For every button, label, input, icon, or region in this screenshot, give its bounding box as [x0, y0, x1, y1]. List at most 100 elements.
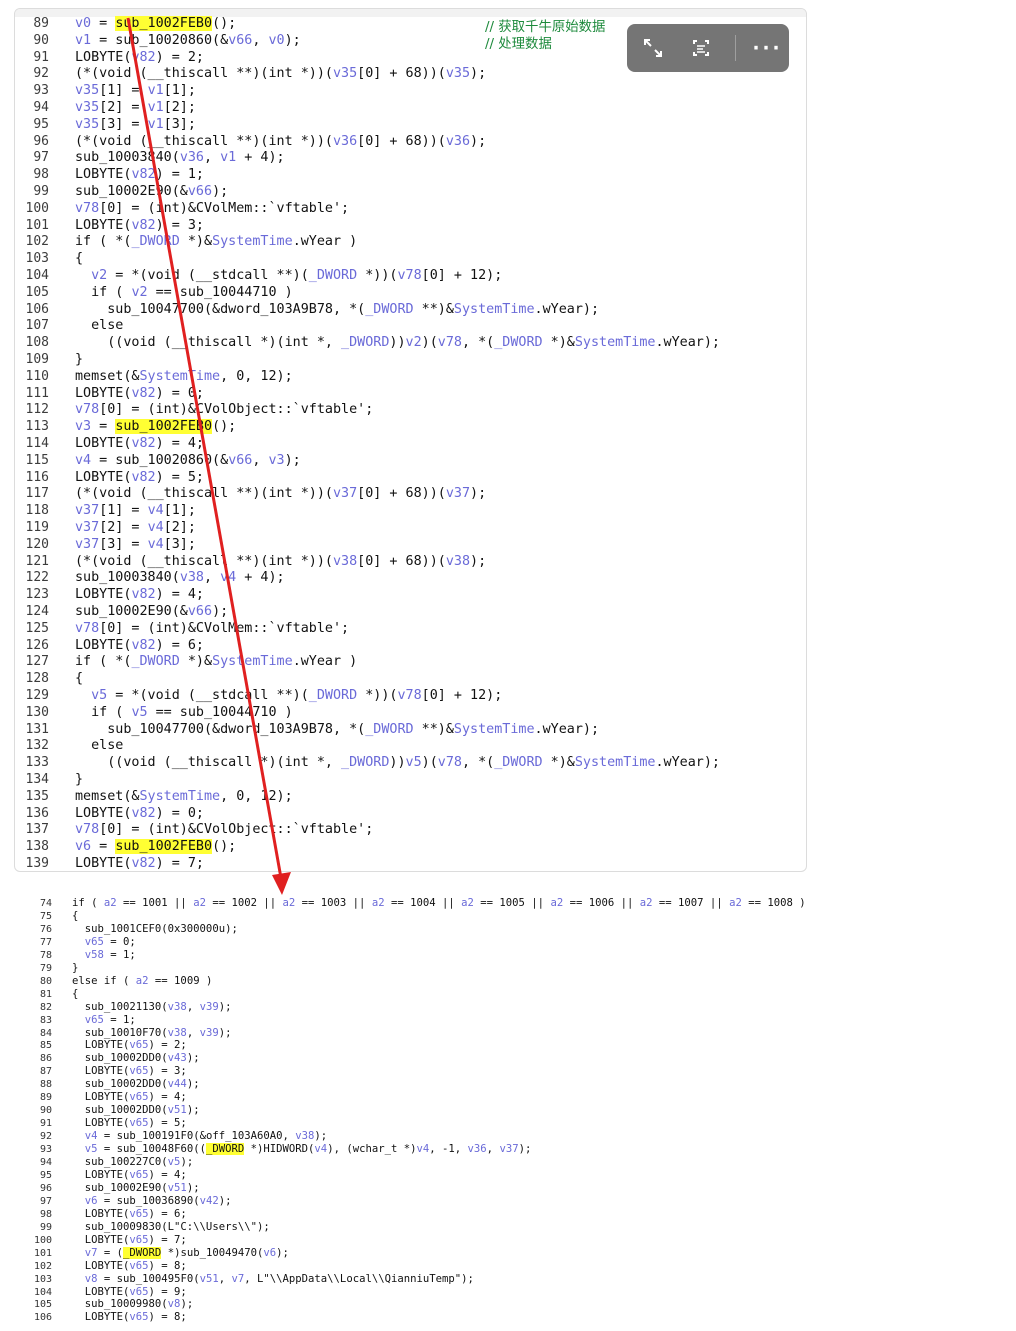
line-number: 130 [25, 704, 49, 720]
line-number: 80 [39, 975, 52, 987]
line-number: 87 [39, 1066, 52, 1078]
line-number: 82 [39, 1001, 52, 1013]
line-number: 92 [39, 1131, 52, 1143]
line-number: 94 [39, 1157, 52, 1168]
code-text: LOBYTE(v65) = 5; [72, 1117, 187, 1130]
code-text: LOBYTE(v65) = 8; [72, 1311, 187, 1324]
line-number: 120 [25, 536, 49, 552]
line-number: 95 [33, 116, 49, 132]
line-number: 132 [25, 738, 49, 754]
more-button[interactable]: ··· [741, 24, 789, 72]
code-text: LOBYTE(v65) = 2; [72, 1039, 187, 1052]
line-number: 98 [33, 167, 49, 183]
line-number: 128 [25, 671, 49, 687]
code-text: LOBYTE(v82) = 4; [75, 587, 204, 603]
code-text: v78[0] = (int)&CVolMem::`vftable'; [75, 200, 350, 216]
line-number: 109 [25, 352, 49, 367]
code-text: } [72, 961, 79, 974]
line-number: 91 [39, 1118, 52, 1130]
text-scan-button[interactable] [677, 24, 725, 72]
line-number: 136 [25, 805, 49, 821]
line-number: 107 [25, 318, 49, 334]
code-text: LOBYTE(v82) = 0; [75, 385, 204, 401]
code-text: v3 = sub_1002FEB0(); [75, 419, 237, 435]
code-text: v6 = sub_10036890(v42); [84, 1194, 232, 1207]
line-number: 74 [39, 898, 52, 909]
code-text: sub_10047700(&dword_103A9B78, *(_DWORD *… [75, 721, 600, 737]
code-text: v7 = (_DWORD *)sub_10049470(v6); [84, 1246, 289, 1259]
code-text: sub_10010F70(v38, v39); [72, 1026, 232, 1039]
code-text: v37[3] = v4[3]; [75, 536, 196, 552]
line-number: 119 [25, 520, 49, 535]
code-text: sub_10002E90(&v66); [75, 184, 229, 199]
line-number: 137 [25, 822, 49, 838]
line-number: 86 [39, 1053, 52, 1065]
code-text: sub_10002DD0(v43); [72, 1052, 200, 1065]
code-text: sub_1001CEF0(0x300000u); [72, 922, 238, 935]
line-number: 97 [39, 1195, 52, 1207]
code-text: sub_10009980(v8); [72, 1298, 194, 1311]
line-number: 83 [39, 1014, 52, 1026]
code-text: { [75, 671, 84, 687]
code-text: sub_10002E90(v51); [72, 1181, 200, 1194]
expand-button[interactable] [629, 24, 677, 72]
code-text: LOBYTE(v65) = 8; [72, 1259, 187, 1272]
line-number: 122 [25, 570, 49, 586]
code-text: LOBYTE(v82) = 2; [75, 49, 204, 65]
line-number: 90 [33, 32, 49, 48]
line-number: 124 [25, 604, 49, 619]
line-number: 102 [25, 234, 49, 250]
line-number: 96 [39, 1182, 52, 1194]
line-number: 110 [25, 368, 49, 384]
code-text: LOBYTE(v65) = 7; [72, 1233, 187, 1246]
code-text: LOBYTE(v82) = 3; [75, 217, 204, 233]
line-number: 102 [33, 1260, 52, 1272]
text-scan-icon [693, 40, 709, 56]
line-number: 92 [33, 66, 49, 82]
code-text: ((void (__thiscall *)(int *, _DWORD))v2)… [75, 335, 720, 351]
line-number: 139 [25, 856, 49, 871]
code-text: v78[0] = (int)&CVolObject::`vftable'; [75, 402, 374, 418]
line-number: 100 [25, 200, 49, 216]
code-text: v5 = sub_10048F60((_DWORD *)HIDWORD(v4),… [84, 1143, 532, 1156]
code-text: { [72, 987, 79, 1000]
code-text: v37[2] = v4[2]; [75, 520, 196, 535]
line-number: 99 [33, 184, 49, 199]
line-number: 85 [39, 1040, 52, 1052]
line-number: 121 [25, 553, 49, 569]
line-number: 112 [25, 402, 49, 418]
code-text: (*(void (__thiscall **)(int *))(v35[0] +… [75, 66, 487, 82]
code-text: memset(&SystemTime, 0, 12); [75, 368, 293, 384]
line-number: 138 [25, 839, 49, 855]
line-number: 104 [33, 1286, 52, 1298]
code-text: sub_10003840(v38, v4 + 4); [75, 570, 285, 586]
code-text: v35[2] = v1[2]; [75, 100, 196, 115]
code-text: LOBYTE(v82) = 4; [75, 436, 204, 451]
code-text: memset(&SystemTime, 0, 12); [75, 788, 293, 804]
line-number: 94 [33, 100, 49, 115]
line-number: 123 [25, 587, 49, 603]
expand-icon [644, 39, 662, 57]
code-text: sub_10003840(v36, v1 + 4); [75, 150, 285, 166]
line-number: 126 [25, 637, 49, 653]
line-number: 97 [33, 150, 49, 166]
line-number: 133 [25, 755, 49, 771]
line-number: 118 [25, 503, 49, 519]
code-text: LOBYTE(v65) = 9; [72, 1285, 187, 1298]
code-text: v35[3] = v1[3]; [75, 116, 196, 132]
code-text: v37[1] = v4[1]; [75, 503, 196, 519]
comment-process-data: // 处理数据 [485, 37, 552, 52]
line-number: 100 [33, 1234, 52, 1246]
code-text: LOBYTE(v65) = 6; [72, 1207, 187, 1220]
code-text: LOBYTE(v82) = 0; [75, 805, 204, 821]
line-number: 127 [25, 654, 49, 670]
line-number: 104 [25, 268, 49, 283]
code-text: v65 = 1; [84, 1013, 136, 1026]
line-number: 88 [39, 1079, 52, 1091]
code-text: LOBYTE(v65) = 4; [72, 1168, 187, 1181]
code-text: v0 = sub_1002FEB0(); [75, 16, 237, 31]
code-text: sub_10021130(v38, v39); [72, 1000, 232, 1013]
line-number: 75 [39, 910, 52, 922]
bottom-code-panel: 74 if ( a2 == 1001 || a2 == 1002 || a2 ==… [14, 888, 1014, 1331]
code-text: LOBYTE(v82) = 7; [75, 856, 204, 871]
